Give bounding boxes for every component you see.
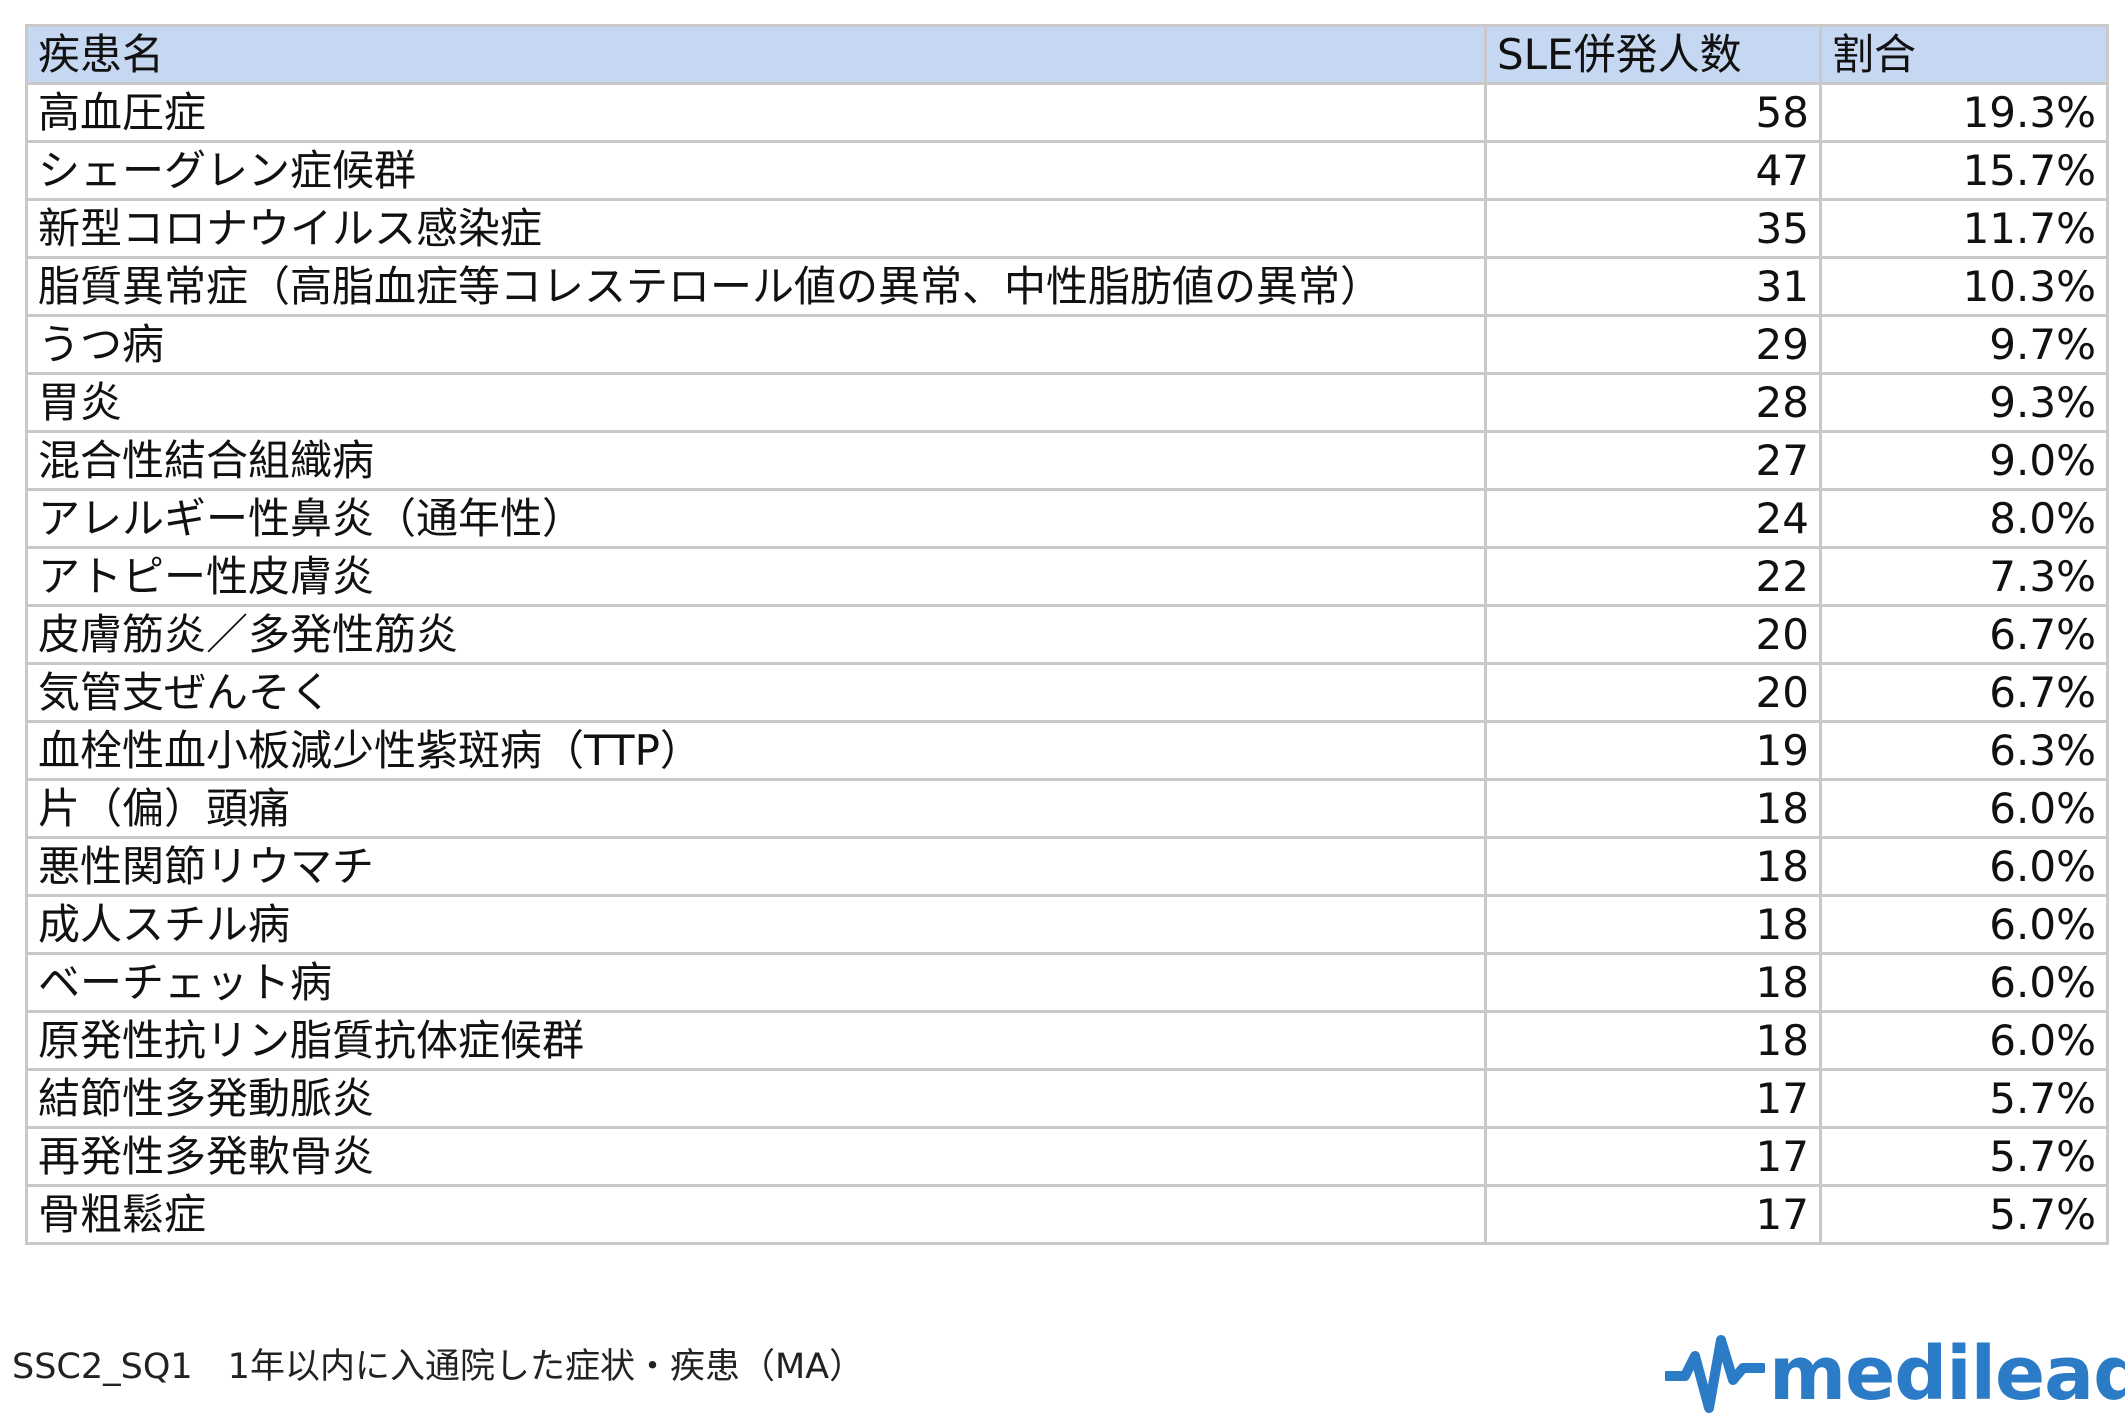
table-row: うつ病 29 9.7% — [25, 314, 2109, 375]
pulse-wave-icon — [1665, 1328, 1765, 1420]
cell-disease-name: 結節性多発動脈炎 — [25, 1068, 1487, 1129]
cell-count: 19 — [1484, 720, 1822, 781]
cell-ratio: 5.7% — [1819, 1068, 2109, 1129]
table-row: 再発性多発軟骨炎 17 5.7% — [25, 1126, 2109, 1187]
cell-disease-name: うつ病 — [25, 314, 1487, 375]
cell-ratio: 5.7% — [1819, 1184, 2109, 1245]
header-sle-count: SLE併発人数 — [1484, 24, 1822, 85]
header-disease-name: 疾患名 — [25, 24, 1487, 85]
cell-count: 18 — [1484, 836, 1822, 897]
cell-count: 27 — [1484, 430, 1822, 491]
cell-disease-name: シェーグレン症候群 — [25, 140, 1487, 201]
cell-ratio: 6.0% — [1819, 778, 2109, 839]
cell-count: 18 — [1484, 894, 1822, 955]
table-row: 皮膚筋炎／多発性筋炎 20 6.7% — [25, 604, 2109, 665]
cell-count: 20 — [1484, 662, 1822, 723]
table-row: 成人スチル病 18 6.0% — [25, 894, 2109, 955]
table-row: シェーグレン症候群 47 15.7% — [25, 140, 2109, 201]
cell-disease-name: 成人スチル病 — [25, 894, 1487, 955]
table-header: 疾患名 SLE併発人数 割合 — [25, 24, 2109, 85]
cell-disease-name: アレルギー性鼻炎（通年性） — [25, 488, 1487, 549]
cell-disease-name: 脂質異常症（高脂血症等コレステロール値の異常、中性脂肪値の異常） — [25, 256, 1487, 317]
cell-ratio: 7.3% — [1819, 546, 2109, 607]
cell-count: 47 — [1484, 140, 1822, 201]
cell-ratio: 6.7% — [1819, 662, 2109, 723]
cell-count: 18 — [1484, 778, 1822, 839]
cell-ratio: 6.7% — [1819, 604, 2109, 665]
disease-table-container: 疾患名 SLE併発人数 割合 高血圧症 58 19.3% シェーグレン症候群 47 15… — [25, 24, 2109, 1245]
cell-disease-name: ベーチェット病 — [25, 952, 1487, 1013]
table-row: 混合性結合組織病 27 9.0% — [25, 430, 2109, 491]
table-row: ベーチェット病 18 6.0% — [25, 952, 2109, 1013]
cell-count: 17 — [1484, 1068, 1822, 1129]
cell-disease-name: 血栓性血小板減少性紫斑病（TTP） — [25, 720, 1487, 781]
cell-disease-name: 混合性結合組織病 — [25, 430, 1487, 491]
cell-count: 18 — [1484, 952, 1822, 1013]
cell-count: 31 — [1484, 256, 1822, 317]
table-row: 片（偏）頭痛 18 6.0% — [25, 778, 2109, 839]
table-body: 高血圧症 58 19.3% シェーグレン症候群 47 15.7% 新型コロナウイルス感染… — [25, 82, 2109, 1245]
table-row: 胃炎 28 9.3% — [25, 372, 2109, 433]
table-row: 血栓性血小板減少性紫斑病（TTP） 19 6.3% — [25, 720, 2109, 781]
cell-disease-name: 悪性関節リウマチ — [25, 836, 1487, 897]
cell-count: 22 — [1484, 546, 1822, 607]
cell-ratio: 6.0% — [1819, 1010, 2109, 1071]
cell-count: 17 — [1484, 1184, 1822, 1245]
cell-count: 17 — [1484, 1126, 1822, 1187]
cell-disease-name: 再発性多発軟骨炎 — [25, 1126, 1487, 1187]
cell-ratio: 19.3% — [1819, 82, 2109, 143]
cell-ratio: 6.0% — [1819, 836, 2109, 897]
cell-count: 28 — [1484, 372, 1822, 433]
cell-count: 35 — [1484, 198, 1822, 259]
cell-disease-name: アトピー性皮膚炎 — [25, 546, 1487, 607]
cell-disease-name: 高血圧症 — [25, 82, 1487, 143]
survey-question-caption: SSC2_SQ1 1年以内に入通院した症状・疾患（MA） — [12, 1347, 865, 1387]
disease-table: 疾患名 SLE併発人数 割合 高血圧症 58 19.3% シェーグレン症候群 47 15… — [25, 24, 2109, 1245]
cell-ratio: 6.0% — [1819, 952, 2109, 1013]
cell-disease-name: 皮膚筋炎／多発性筋炎 — [25, 604, 1487, 665]
table-row: アレルギー性鼻炎（通年性） 24 8.0% — [25, 488, 2109, 549]
header-row: 疾患名 SLE併発人数 割合 — [25, 24, 2109, 85]
table-row: 結節性多発動脈炎 17 5.7% — [25, 1068, 2109, 1129]
cell-disease-name: 片（偏）頭痛 — [25, 778, 1487, 839]
cell-ratio: 6.0% — [1819, 894, 2109, 955]
cell-disease-name: 胃炎 — [25, 372, 1487, 433]
table-row: 気管支ぜんそく 20 6.7% — [25, 662, 2109, 723]
cell-ratio: 15.7% — [1819, 140, 2109, 201]
medilead-logo: medilead — [1665, 1328, 2125, 1420]
table-row: 原発性抗リン脂質抗体症候群 18 6.0% — [25, 1010, 2109, 1071]
cell-count: 58 — [1484, 82, 1822, 143]
header-ratio: 割合 — [1819, 24, 2109, 85]
cell-count: 29 — [1484, 314, 1822, 375]
cell-ratio: 9.7% — [1819, 314, 2109, 375]
cell-disease-name: 気管支ぜんそく — [25, 662, 1487, 723]
cell-disease-name: 新型コロナウイルス感染症 — [25, 198, 1487, 259]
cell-ratio: 6.3% — [1819, 720, 2109, 781]
table-row: アトピー性皮膚炎 22 7.3% — [25, 546, 2109, 607]
cell-count: 18 — [1484, 1010, 1822, 1071]
table-row: 悪性関節リウマチ 18 6.0% — [25, 836, 2109, 897]
cell-count: 20 — [1484, 604, 1822, 665]
cell-count: 24 — [1484, 488, 1822, 549]
logo-wordmark: medilead — [1769, 1331, 2125, 1417]
cell-ratio: 8.0% — [1819, 488, 2109, 549]
cell-ratio: 9.0% — [1819, 430, 2109, 491]
table-row: 新型コロナウイルス感染症 35 11.7% — [25, 198, 2109, 259]
table-row: 高血圧症 58 19.3% — [25, 82, 2109, 143]
cell-ratio: 10.3% — [1819, 256, 2109, 317]
table-row: 骨粗鬆症 17 5.7% — [25, 1184, 2109, 1245]
cell-ratio: 9.3% — [1819, 372, 2109, 433]
cell-disease-name: 骨粗鬆症 — [25, 1184, 1487, 1245]
cell-ratio: 11.7% — [1819, 198, 2109, 259]
cell-disease-name: 原発性抗リン脂質抗体症候群 — [25, 1010, 1487, 1071]
cell-ratio: 5.7% — [1819, 1126, 2109, 1187]
table-row: 脂質異常症（高脂血症等コレステロール値の異常、中性脂肪値の異常） 31 10.3% — [25, 256, 2109, 317]
